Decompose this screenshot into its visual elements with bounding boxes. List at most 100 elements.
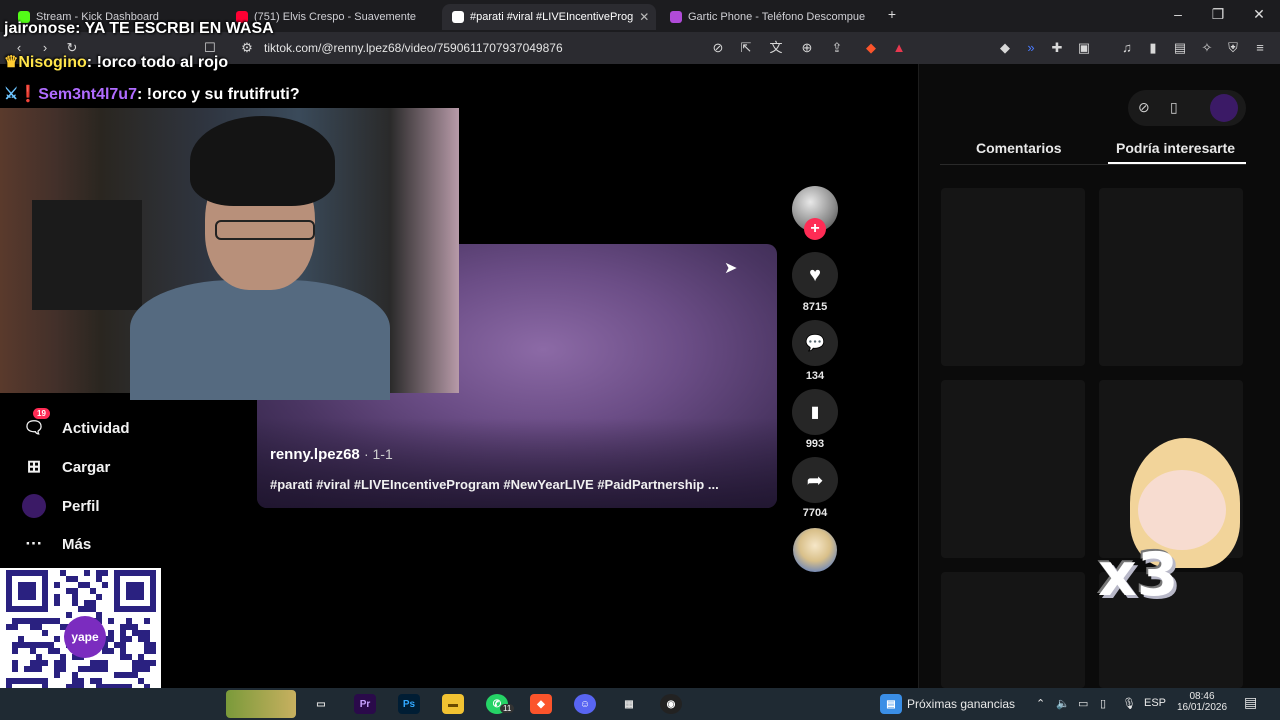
- suggested-video-thumb[interactable]: [941, 188, 1085, 366]
- share-button[interactable]: ➦: [792, 457, 838, 503]
- minimize-icon[interactable]: –: [1168, 6, 1188, 22]
- sidebar-item-actividad[interactable]: 🗨 19 Actividad: [22, 408, 130, 443]
- qr-module: [150, 660, 156, 666]
- qr-module: [144, 618, 150, 624]
- file-explorer-icon[interactable]: ▬: [442, 694, 464, 714]
- tab-tiktok-active[interactable]: #parati #viral #LIVEIncentiveProg ✕: [442, 4, 656, 30]
- obs-icon[interactable]: ◉: [660, 694, 682, 714]
- tray-chevron-icon[interactable]: ⌃: [1036, 697, 1045, 710]
- chat-message: ⚔❗Sem3nt4l7u7: !orco y su frutifruti?: [4, 86, 300, 103]
- clock[interactable]: 08:46 16/01/2026: [1176, 691, 1228, 713]
- share-icon[interactable]: ⇪: [828, 40, 846, 56]
- battery-icon[interactable]: ▯: [1100, 697, 1106, 710]
- leo-ai-icon[interactable]: ✧: [1198, 40, 1216, 56]
- author-name: renny.lpez68: [270, 446, 360, 463]
- discord-icon[interactable]: ☺: [574, 694, 596, 714]
- webcam-person-hair: [190, 116, 335, 206]
- comment-button[interactable]: 💬: [792, 320, 838, 366]
- widget-icon[interactable]: ▤: [880, 694, 902, 714]
- crown-icon: ♛: [4, 54, 19, 71]
- like-button[interactable]: ♥: [792, 252, 838, 298]
- follow-button[interactable]: +: [804, 218, 826, 240]
- qr-module: [96, 594, 102, 600]
- clock-time: 08:46: [1189, 691, 1215, 702]
- post-date: · 1-1: [363, 446, 393, 462]
- screenshot-icon[interactable]: ▣: [1075, 40, 1093, 56]
- maximize-icon[interactable]: ❐: [1208, 6, 1228, 23]
- share-arrow-icon: ➦: [806, 469, 824, 492]
- brave-shields-icon[interactable]: ◆: [862, 40, 880, 56]
- profile-avatar[interactable]: [1210, 94, 1238, 122]
- microphone-icon[interactable]: 🎙: [1122, 697, 1136, 710]
- brave-icon[interactable]: ◆: [530, 694, 552, 714]
- photoshop-icon[interactable]: Ps: [398, 694, 420, 714]
- url-text: tiktok.com/@renny.lpez68/video/759061170…: [264, 41, 563, 55]
- qr-module: [126, 636, 132, 642]
- save-button[interactable]: ▮: [792, 389, 838, 435]
- qr-module: [54, 636, 60, 642]
- bookmark-icon: ▮: [810, 404, 820, 421]
- language-indicator[interactable]: ESP: [1144, 697, 1166, 709]
- extension-diamond-icon[interactable]: ◆: [996, 40, 1014, 56]
- save-count: 993: [805, 438, 825, 450]
- sidebar-item-mas[interactable]: ··· Más: [22, 529, 92, 559]
- tab-comentarios[interactable]: Comentarios: [976, 140, 1062, 156]
- video-author[interactable]: renny.lpez68 · 1-1: [270, 446, 393, 463]
- translate-icon[interactable]: 文: [767, 40, 785, 56]
- task-view-icon[interactable]: ▭: [310, 694, 332, 714]
- extension-audio-icon[interactable]: »: [1022, 40, 1040, 56]
- like-count: 8715: [802, 301, 828, 313]
- music-disc-avatar[interactable]: [793, 528, 837, 572]
- comment-count: 134: [805, 370, 825, 382]
- open-external-icon[interactable]: ⇱: [737, 40, 755, 56]
- brave-rewards-icon[interactable]: ▲: [890, 40, 908, 56]
- yape-logo: yape: [64, 616, 106, 658]
- share-count: 7704: [802, 507, 828, 519]
- tab-podria-interesarte[interactable]: Podría interesarte: [1116, 140, 1235, 156]
- app-grid-icon[interactable]: ▦: [618, 694, 640, 714]
- qr-module: [12, 666, 18, 672]
- qr-module: [54, 582, 60, 588]
- qr-module: [108, 618, 114, 624]
- suggested-video-thumb[interactable]: [1099, 188, 1243, 366]
- sidebar-toggle-icon[interactable]: ▮: [1144, 40, 1162, 56]
- sidebar-item-cargar[interactable]: ⊞ Cargar: [22, 452, 110, 482]
- mouse-cursor-icon: ➤: [724, 260, 738, 277]
- media-off-icon[interactable]: ⊘: [709, 40, 727, 56]
- vpn-icon[interactable]: ⛨: [1224, 40, 1242, 56]
- menu-icon[interactable]: ≡: [1251, 40, 1269, 56]
- sidebar-item-perfil[interactable]: Perfil: [22, 491, 100, 521]
- speaker-icon[interactable]: 🔈: [1056, 697, 1070, 710]
- chat-text: YA TE ESCRBI EN WASA: [84, 20, 274, 37]
- header-actions-pill: ⊘ ▯: [1128, 90, 1246, 126]
- chat-username: jaironose: [4, 20, 76, 37]
- taskbar-widget-label[interactable]: Próximas ganancias: [907, 697, 1015, 711]
- tab-title: (751) Elvis Crespo - Suavemente: [254, 11, 417, 23]
- zoom-icon[interactable]: ⊕: [798, 40, 816, 56]
- sidebar-item-label: Más: [62, 535, 92, 553]
- taskbar-widget-image[interactable]: [226, 690, 296, 718]
- device-icon[interactable]: ▯: [1170, 99, 1178, 116]
- address-bar[interactable]: tiktok.com/@renny.lpez68/video/759061170…: [230, 36, 920, 60]
- close-tab-icon[interactable]: ✕: [639, 10, 649, 24]
- wallet-icon[interactable]: ▤: [1171, 40, 1189, 56]
- qr-module: [12, 648, 18, 654]
- premiere-icon[interactable]: Pr: [354, 694, 376, 714]
- new-tab-button[interactable]: +: [882, 6, 902, 22]
- extensions-icon[interactable]: ✚: [1048, 40, 1066, 56]
- network-icon[interactable]: ▭: [1078, 697, 1088, 710]
- sword-icon: ⚔: [4, 86, 19, 103]
- notifications-icon[interactable]: ▤: [1244, 694, 1257, 711]
- qr-finder: [126, 582, 144, 600]
- suggested-video-thumb[interactable]: [941, 572, 1085, 688]
- coins-icon[interactable]: ⊘: [1138, 99, 1150, 116]
- qr-module: [108, 648, 114, 654]
- suggested-video-thumb[interactable]: [941, 380, 1085, 558]
- tiktok-icon: [452, 11, 464, 23]
- upload-icon: ⊞: [26, 457, 42, 476]
- close-window-icon[interactable]: ✕: [1249, 6, 1269, 23]
- tab-gartic-phone[interactable]: Gartic Phone - Teléfono Descompue: [660, 4, 874, 30]
- more-icon: ···: [25, 534, 43, 553]
- music-icon[interactable]: ♫: [1118, 40, 1136, 56]
- chat-text: !orco y su frutifruti?: [146, 86, 300, 103]
